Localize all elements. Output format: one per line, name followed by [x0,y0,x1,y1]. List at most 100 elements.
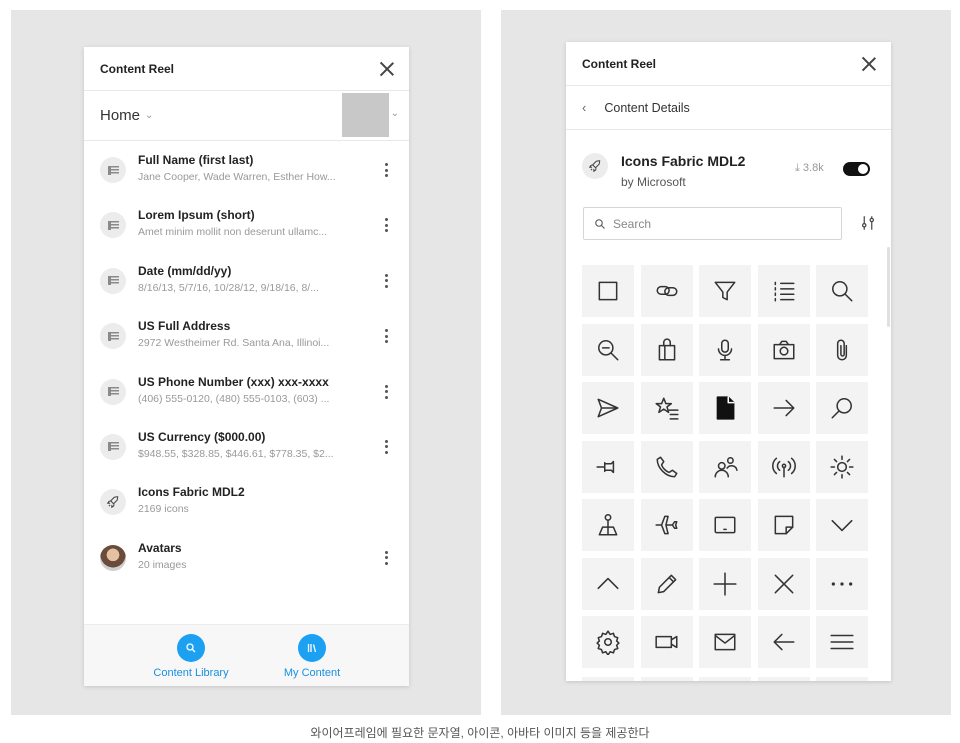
forward-icon[interactable] [757,382,810,434]
page-solid-icon[interactable] [699,382,751,434]
text-lines-icon [100,267,126,294]
list-item[interactable]: US Phone Number (xxx) xxx-xxxx (406) 555… [84,367,409,422]
close-icon[interactable] [861,56,877,72]
text-lines-icon [100,378,126,405]
more-vertical-icon[interactable] [381,384,391,399]
favorite-list-icon[interactable] [640,382,693,434]
more-vertical-icon[interactable] [381,329,391,344]
filter-icon[interactable] [699,265,751,317]
list-item[interactable]: US Full Address 2972 Westheimer Rd. Sant… [84,311,409,366]
left-stage: Content Reel Home ⌄ ⌄ Full Name (first l… [11,10,481,715]
send-icon[interactable] [582,382,634,434]
people-icon[interactable] [699,440,751,493]
list-item[interactable]: Avatars 20 images [84,533,409,588]
scrollbar[interactable] [887,247,890,327]
item-preview: 2169 icons [138,503,189,516]
panel-header: Content Reel [84,47,409,91]
add-icon[interactable] [699,557,751,610]
tablet-icon[interactable] [699,499,751,551]
more-vertical-icon[interactable] [381,273,391,288]
checkbox-icon[interactable] [582,265,634,317]
more-vertical-icon[interactable] [381,550,391,565]
radio-broadcast-icon[interactable] [757,440,810,493]
chevron-down-icon[interactable] [816,499,868,551]
cancel-icon[interactable] [757,557,810,610]
breadcrumb[interactable]: Home ⌄ ⌄ [84,91,409,141]
brightness-icon[interactable] [816,440,868,493]
caption: 와이어프레임에 필요한 문자열, 아이콘, 아바타 이미지 등을 제공한다 [310,726,650,740]
sticky-note-icon[interactable] [757,499,810,551]
item-name: Lorem Ipsum (short) [138,208,255,223]
mail-icon[interactable] [699,616,751,668]
item-name: Full Name (first last) [138,153,254,167]
shopping-bag-icon[interactable] [640,323,693,376]
pack-info: Icons Fabric MDL2 by Microsoft ⤓ 3.8k [566,130,891,204]
camera-icon[interactable] [757,323,810,376]
bulleted-list-icon[interactable] [757,265,810,317]
settings-icon[interactable] [582,616,634,668]
library-icon [298,634,326,662]
icon-grid-next-row [582,677,872,681]
item-preview: 2972 Westheimer Rd. Santa Ana, Illinoi..… [138,337,330,350]
nav-label: My Content [283,667,341,679]
my-content-button[interactable]: My Content [277,634,347,679]
pack-name: Icons Fabric MDL2 [621,153,746,169]
pack-toggle[interactable] [843,162,870,176]
nav-label: Content Library [153,667,229,679]
download-count: ⤓ 3.8k [795,162,824,175]
video-icon[interactable] [640,616,693,668]
icon-grid [582,265,872,668]
content-library-button[interactable]: Content Library [149,634,233,679]
item-preview: 20 images [138,558,187,571]
phone-icon[interactable] [640,440,693,493]
list-item[interactable]: Lorem Ipsum (short) Amet minim mollit no… [84,200,409,255]
item-name: US Full Address [138,319,231,334]
chevron-up-icon[interactable] [582,557,634,610]
download-value: 3.8k [802,162,824,174]
list-item[interactable]: Icons Fabric MDL2 2169 icons [84,477,409,532]
search-field[interactable] [583,207,842,240]
microphone-icon[interactable] [699,323,751,376]
filter-settings-icon[interactable] [859,214,877,232]
item-name: US Phone Number (xxx) xxx-xxxx [138,374,329,389]
menu-icon[interactable] [816,616,868,668]
item-preview: $948.55, $328.85, $446.61, $778.35, $2..… [138,447,334,460]
search-handle-icon[interactable] [816,382,868,434]
list-item[interactable]: US Currency ($000.00) $948.55, $328.85, … [84,422,409,477]
list-item[interactable]: Date (mm/dd/yy) 8/16/13, 5/7/16, 10/28/1… [84,256,409,311]
rocket-icon [100,489,126,516]
more-vertical-icon[interactable] [381,439,391,454]
back-icon[interactable] [757,616,810,668]
attach-icon[interactable] [816,323,868,376]
avatar [100,544,126,571]
pack-author: by Microsoft [621,175,686,189]
search-icon[interactable] [816,265,868,317]
more-vertical-icon[interactable] [381,163,391,177]
breadcrumb-label: Home [100,107,141,124]
more-icon[interactable] [816,557,868,610]
close-icon[interactable] [379,61,395,77]
link-icon[interactable] [640,265,693,317]
item-name: Date (mm/dd/yy) [138,263,232,278]
airplane-icon[interactable] [640,499,693,551]
more-vertical-icon[interactable] [381,218,391,233]
edit-pencil-icon[interactable] [640,557,693,610]
bottom-navigation: Content Library My Content [84,624,409,686]
item-preview: Amet minim mollit non deserunt ullamc... [138,226,328,239]
text-lines-icon [100,212,126,239]
details-title: Content Details [604,100,690,115]
text-lines-icon [100,323,126,350]
content-reel-panel-details: Content Reel ‹ Content Details Icons Fab… [566,42,891,681]
item-preview: Jane Cooper, Wade Warren, Esther How... [138,171,336,183]
panel-title: Content Reel [582,56,657,71]
panel-title: Content Reel [100,61,175,76]
map-pin-icon[interactable] [582,499,634,551]
chevron-left-icon[interactable]: ‹ [582,100,586,115]
search-input[interactable] [613,216,833,231]
chevron-down-icon: ⌄ [390,108,399,119]
text-lines-icon [100,433,126,460]
list-item[interactable]: Full Name (first last) Jane Cooper, Wade… [84,145,409,200]
pin-icon[interactable] [582,440,634,493]
zoom-out-icon[interactable] [582,323,634,376]
panel-header: Content Reel [566,42,891,86]
